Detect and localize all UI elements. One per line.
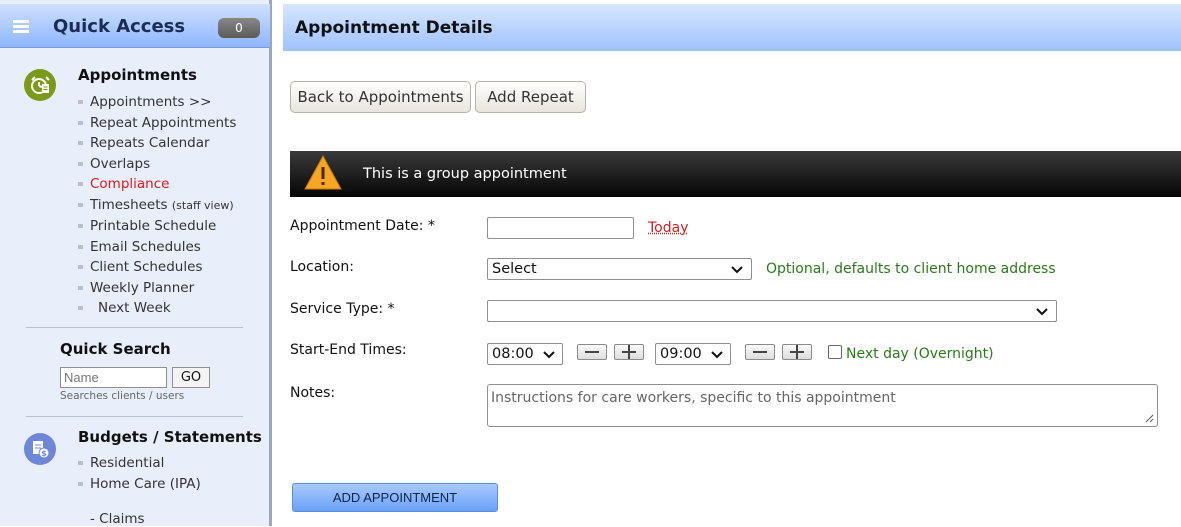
start-time-value: 08:00 (492, 346, 534, 362)
sidebar-link-email-schedules[interactable]: Email Schedules (78, 237, 236, 258)
sidebar-link-overlaps[interactable]: Overlaps (78, 154, 236, 175)
sidebar-link-claims[interactable]: - Claims (90, 511, 145, 527)
notes-textarea[interactable]: Instructions for care workers, specific … (487, 384, 1158, 427)
location-select-value: Select (492, 261, 537, 277)
sidebar-divider (26, 416, 243, 417)
sidebar-title: Quick Access (53, 16, 186, 37)
start-time-decrement-button[interactable] (577, 344, 607, 360)
alarm-clock-icon (24, 69, 56, 101)
svg-text:$: $ (41, 449, 47, 458)
sidebar-header: Quick Access 0 (0, 4, 270, 48)
chevron-down-icon (731, 266, 743, 274)
next-day-label[interactable]: Next day (Overnight) (846, 346, 994, 362)
sidebar: Quick Access 0 Appointments Appointments… (0, 0, 272, 527)
chevron-down-icon (1036, 308, 1048, 316)
sidebar-link-appointments[interactable]: Appointments >> (78, 92, 236, 113)
warning-text: This is a group appointment (363, 166, 567, 182)
plus-icon (790, 345, 804, 359)
sidebar-link-residential[interactable]: Residential (78, 453, 201, 474)
start-end-times-label: Start-End Times: (290, 342, 407, 358)
minus-icon (753, 351, 767, 353)
plus-icon (622, 345, 636, 359)
quick-search-go-button[interactable]: GO (172, 367, 210, 388)
add-repeat-button[interactable]: Add Repeat (475, 81, 586, 113)
notes-label: Notes: (290, 385, 336, 401)
service-type-label: Service Type: * (290, 301, 395, 317)
sidebar-link-compliance[interactable]: Compliance (78, 174, 236, 195)
notes-placeholder: Instructions for care workers, specific … (491, 390, 896, 406)
sidebar-link-home-care[interactable]: Home Care (IPA) (78, 474, 201, 495)
chevron-down-icon (711, 351, 723, 359)
end-time-select[interactable]: 09:00 (655, 343, 731, 365)
budgets-links: Residential Home Care (IPA) (78, 453, 201, 494)
quick-search-title: Quick Search (60, 340, 171, 358)
add-appointment-button[interactable]: ADD APPOINTMENT (292, 483, 498, 512)
appointments-links: Appointments >> Repeat Appointments Repe… (78, 92, 236, 319)
appointment-date-field[interactable] (487, 217, 634, 239)
back-to-appointments-button[interactable]: Back to Appointments (290, 81, 471, 113)
minus-icon (585, 351, 599, 353)
end-time-increment-button[interactable] (782, 344, 812, 360)
notification-badge[interactable]: 0 (218, 18, 260, 38)
service-type-select[interactable] (487, 300, 1057, 322)
budgets-section-title: Budgets / Statements (78, 428, 262, 446)
quick-search-input[interactable] (60, 367, 167, 388)
group-appointment-warning: This is a group appointment (290, 151, 1181, 197)
resize-grip-icon[interactable] (1144, 413, 1154, 423)
today-link[interactable]: Today (648, 220, 689, 236)
sidebar-link-printable-schedule[interactable]: Printable Schedule (78, 216, 236, 237)
start-time-select[interactable]: 08:00 (487, 343, 563, 365)
sidebar-link-next-week[interactable]: Next Week (78, 298, 236, 319)
end-time-value: 09:00 (660, 346, 702, 362)
end-time-decrement-button[interactable] (745, 344, 775, 360)
next-day-checkbox[interactable] (828, 345, 842, 359)
sidebar-link-weekly-planner[interactable]: Weekly Planner (78, 278, 236, 299)
warning-triangle-icon (304, 154, 342, 190)
location-hint: Optional, defaults to client home addres… (766, 261, 1056, 277)
money-document-icon: $ (24, 433, 56, 465)
sidebar-link-repeats-calendar[interactable]: Repeats Calendar (78, 133, 236, 154)
location-label: Location: (290, 259, 354, 275)
main-header: Appointment Details (283, 4, 1181, 51)
sidebar-divider (26, 327, 243, 328)
appointment-date-label: Appointment Date: * (290, 218, 435, 234)
appointments-section-title: Appointments (78, 66, 197, 84)
page-title: Appointment Details (295, 18, 493, 38)
sidebar-link-timesheets[interactable]: Timesheets (staff view) (78, 195, 236, 217)
chevron-down-icon (543, 351, 555, 359)
quick-search-hint: Searches clients / users (60, 390, 185, 402)
start-time-increment-button[interactable] (614, 344, 644, 360)
location-select[interactable]: Select (487, 258, 752, 280)
sidebar-link-client-schedules[interactable]: Client Schedules (78, 257, 236, 278)
hamburger-icon[interactable] (13, 20, 29, 34)
sidebar-link-repeat-appointments[interactable]: Repeat Appointments (78, 113, 236, 134)
